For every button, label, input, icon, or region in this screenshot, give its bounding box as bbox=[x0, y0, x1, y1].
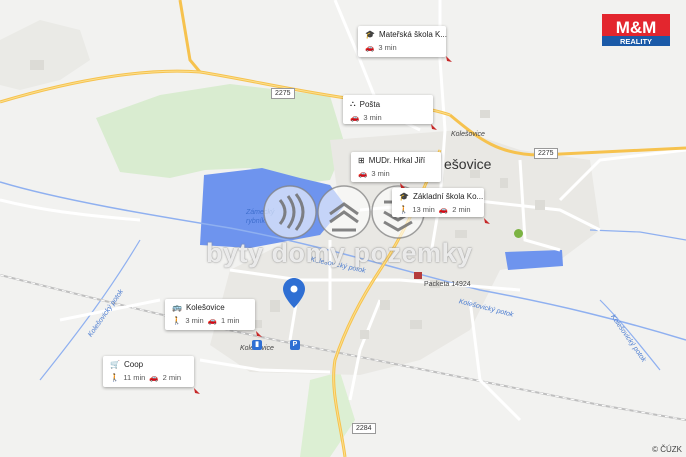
poi-pointer-arrow-icon bbox=[484, 218, 490, 224]
cart-icon: 🛒 bbox=[110, 360, 120, 369]
car-icon: 🚗 bbox=[358, 169, 368, 178]
poi-name: Pošta bbox=[359, 99, 381, 109]
poi-card-post[interactable]: ⛬ Pošta 🚗 3 min bbox=[343, 95, 433, 124]
poi-drive-time: 1 min bbox=[221, 316, 240, 325]
place-label-kolesovice: Kolešovice bbox=[451, 131, 485, 138]
meadow-area bbox=[96, 84, 345, 185]
packeta-label: Packeta 14924 bbox=[424, 281, 471, 288]
poi-walk-time: 3 min bbox=[185, 316, 204, 325]
car-icon: 🚗 bbox=[207, 316, 218, 325]
parcel-point-icon[interactable] bbox=[414, 272, 422, 279]
poi-card-bus-stop[interactable]: 🚌 Kolešovice 🚶 3 min 🚗 1 min bbox=[165, 299, 255, 330]
poi-drive-time: 2 min bbox=[452, 205, 471, 214]
poi-card-elementary-school[interactable]: 🎓 Základní škola Ko... 🚶 13 min 🚗 2 min bbox=[392, 188, 484, 217]
field-area bbox=[0, 20, 90, 90]
walk-icon: 🚶 bbox=[399, 205, 409, 214]
road-number-2284: 2284 bbox=[352, 423, 376, 434]
town-label: ešovice bbox=[444, 156, 492, 172]
poi-walk-time: 13 min bbox=[412, 205, 435, 214]
watermark-text: byty domy pozemky bbox=[206, 238, 473, 268]
poi-name: Kolešovice bbox=[185, 303, 225, 312]
poi-walk-time: 11 min bbox=[123, 373, 146, 382]
parking-icon[interactable]: P bbox=[290, 340, 300, 350]
brand-logo-text: M&M bbox=[616, 18, 657, 37]
car-icon: 🚗 bbox=[365, 43, 375, 52]
bus-icon: 🚌 bbox=[172, 303, 182, 312]
brand-logo: M&M REALITY bbox=[602, 14, 670, 46]
playground-icon[interactable] bbox=[514, 229, 523, 238]
poi-name: Mateřská škola K... bbox=[378, 30, 447, 39]
walk-icon: 🚶 bbox=[110, 373, 120, 382]
road-number-2275-east: 2275 bbox=[534, 148, 558, 159]
poi-pointer-arrow-icon bbox=[194, 388, 200, 394]
small-pond bbox=[505, 250, 563, 270]
poi-drive-time: 2 min bbox=[162, 373, 181, 382]
map-copyright[interactable]: © ČÚZK bbox=[652, 445, 682, 454]
poi-card-doctor[interactable]: ⊞ MUDr. Hrkal Jiří 🚗 3 min bbox=[351, 152, 441, 182]
poi-pointer-arrow-icon bbox=[256, 331, 262, 337]
road-number-2275-west: 2275 bbox=[271, 88, 295, 99]
poi-name: MUDr. Hrkal Jiří bbox=[368, 156, 426, 165]
car-icon: 🚗 bbox=[350, 113, 360, 122]
poi-drive-time: 3 min bbox=[378, 43, 397, 52]
school-icon: 🎓 bbox=[399, 192, 409, 201]
poi-name: Základní škola Ko... bbox=[412, 192, 484, 201]
park-area bbox=[300, 372, 355, 457]
train-station-icon[interactable]: ▮ bbox=[252, 340, 262, 350]
poi-drive-time: 3 min bbox=[363, 113, 382, 122]
car-icon: 🚗 bbox=[438, 205, 449, 214]
poi-pointer-arrow-icon bbox=[446, 56, 452, 62]
walk-icon: 🚶 bbox=[172, 316, 182, 325]
post-icon: ⛬ bbox=[350, 99, 356, 108]
poi-pointer-arrow-icon bbox=[431, 124, 437, 130]
location-pin-icon[interactable] bbox=[283, 278, 305, 308]
map-view[interactable]: 2275 2275 2284 ešovice Kolešovice Kolešo… bbox=[0, 0, 686, 457]
medical-icon: ⊞ bbox=[358, 156, 365, 165]
stream-line-4 bbox=[589, 229, 686, 241]
brand-logo-subtext: REALITY bbox=[620, 37, 652, 46]
car-icon: 🚗 bbox=[149, 373, 159, 382]
poi-card-kindergarten[interactable]: 🎓 Mateřská škola K... 🚗 3 min bbox=[358, 26, 447, 57]
school-icon: 🎓 bbox=[365, 30, 375, 39]
poi-drive-time: 3 min bbox=[371, 169, 390, 178]
poi-name: Coop bbox=[123, 360, 144, 369]
poi-card-coop[interactable]: 🛒 Coop 🚶 11 min 🚗 2 min bbox=[103, 356, 194, 387]
